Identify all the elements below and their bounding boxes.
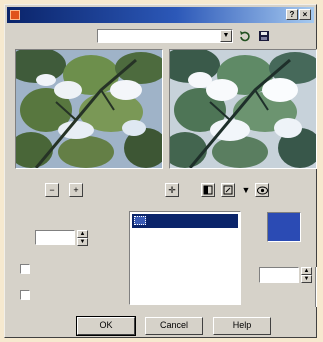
chevron-down-icon[interactable]: ▼	[220, 30, 232, 42]
spin-down-icon[interactable]: ▼	[77, 238, 88, 246]
spin-up-icon[interactable]: ▲	[77, 230, 88, 238]
color-spinner[interactable]: ▲ ▼	[301, 267, 312, 283]
reset-arrow-icon[interactable]	[238, 29, 252, 43]
option1-checkbox[interactable]	[20, 264, 30, 274]
auto-proof-icon[interactable]	[221, 183, 235, 197]
proof-window-icon[interactable]	[201, 183, 215, 197]
zoom-out-button[interactable]: −	[45, 183, 59, 197]
help-title-button[interactable]: ?	[286, 9, 298, 20]
list-item[interactable]	[132, 214, 238, 228]
separator	[315, 267, 317, 307]
save-preset-icon[interactable]	[257, 29, 271, 43]
color-list[interactable]	[129, 211, 241, 305]
zoom-in-button[interactable]: +	[69, 183, 83, 197]
original-preview[interactable]	[15, 49, 163, 169]
dropdown-arrow-icon[interactable]: ▼	[239, 183, 253, 197]
size-field[interactable]	[35, 230, 75, 245]
option2-checkbox[interactable]	[20, 290, 30, 300]
spin-up-icon[interactable]: ▲	[301, 267, 312, 275]
size-spinner[interactable]: ▲ ▼	[77, 230, 88, 246]
spin-down-icon[interactable]: ▼	[301, 275, 312, 283]
title-bar[interactable]: ? ×	[7, 7, 314, 23]
ok-button[interactable]: OK	[76, 316, 136, 336]
close-button[interactable]: ×	[299, 9, 311, 20]
list-item-swatch	[134, 216, 146, 225]
preset-combo[interactable]: ▼	[97, 29, 233, 43]
color-value-field[interactable]	[259, 267, 299, 283]
cancel-button[interactable]: Cancel	[145, 317, 203, 335]
dialog-window: ? × ▼ − + ✛ ▼ ▲ ▼ ▲ ▼ OK Cancel Help	[4, 4, 317, 338]
eye-icon[interactable]	[255, 183, 269, 197]
navigate-plus-icon[interactable]: ✛	[165, 183, 179, 197]
app-icon	[10, 10, 20, 20]
result-preview[interactable]	[169, 49, 317, 169]
help-button[interactable]: Help	[213, 317, 271, 335]
color-swatch[interactable]	[267, 212, 301, 242]
